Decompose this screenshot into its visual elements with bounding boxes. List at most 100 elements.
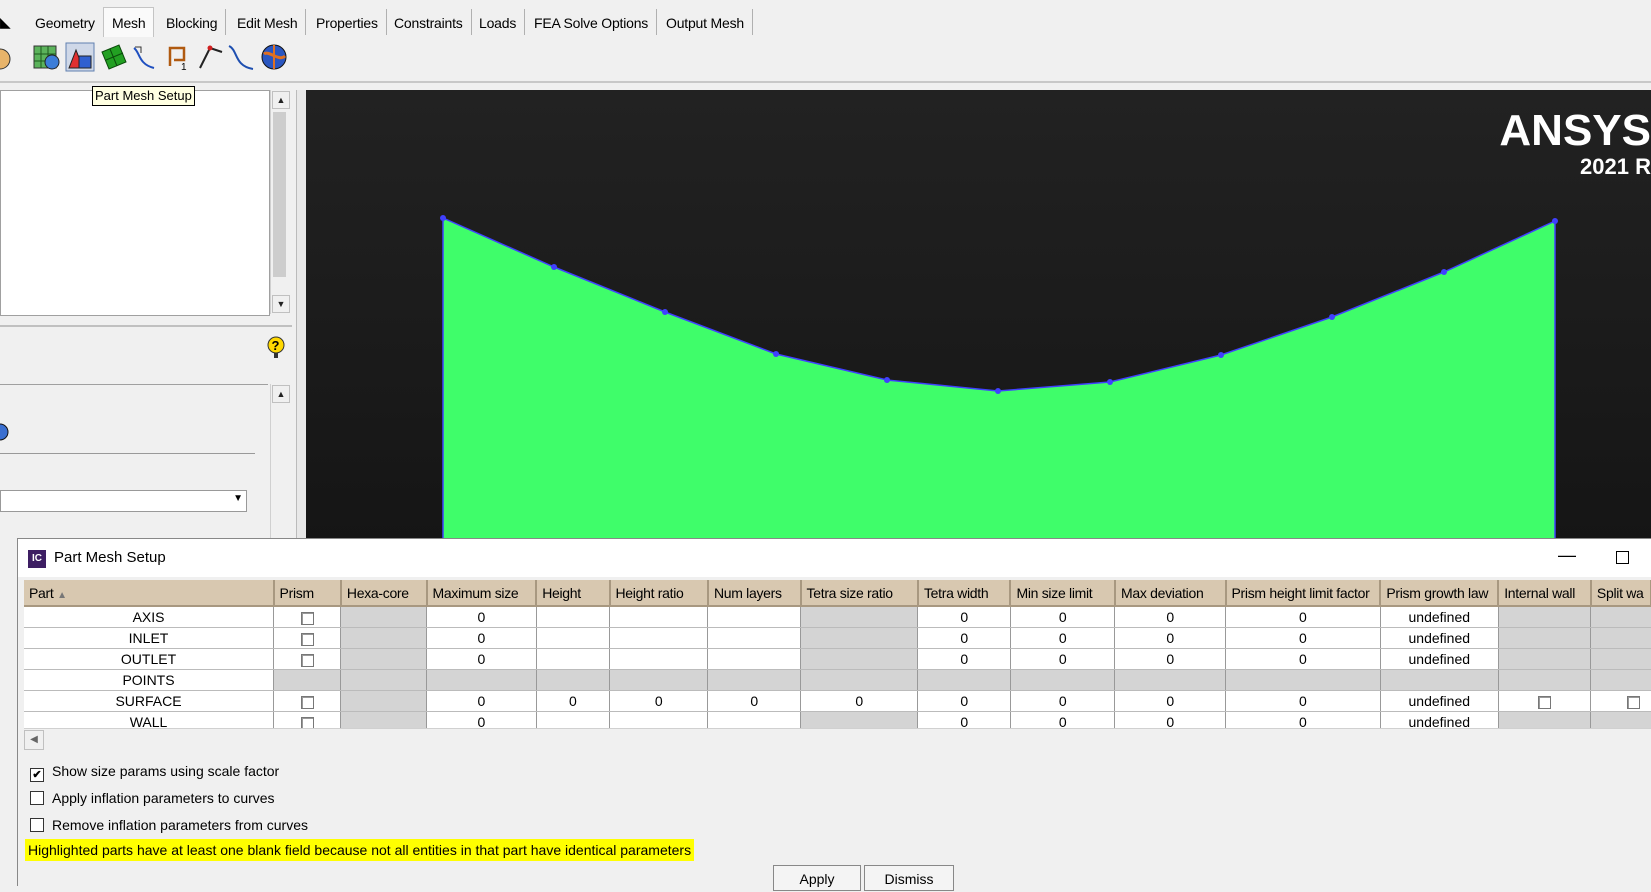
prism-height-limit-cell[interactable]: 0 <box>1225 648 1381 670</box>
max-size-cell[interactable]: 0 <box>426 648 537 670</box>
table-row[interactable]: SURFACE 0 0 0 0 0 0 0 0 0 undefined <box>24 690 1651 712</box>
curve-point[interactable] <box>662 309 668 315</box>
tetra-width-cell[interactable]: 0 <box>917 648 1011 670</box>
curve-point[interactable] <box>884 377 890 383</box>
col-max-deviation[interactable]: Max deviation <box>1114 580 1227 607</box>
num-layers-cell[interactable]: 0 <box>707 690 802 712</box>
col-maximum-size[interactable]: Maximum size <box>426 580 538 607</box>
max-size-cell[interactable]: 0 <box>426 627 537 649</box>
internal-wall-cell[interactable] <box>1498 690 1592 712</box>
scroll-up-arrow-icon[interactable]: ▲ <box>272 91 290 109</box>
apply-button[interactable]: Apply <box>773 865 861 891</box>
min-size-limit-cell[interactable]: 0 <box>1010 648 1116 670</box>
num-layers-cell[interactable] <box>707 627 802 649</box>
min-size-limit-cell[interactable]: 0 <box>1010 606 1116 628</box>
create-mesh-density-icon[interactable]: 1 <box>164 42 194 72</box>
compute-mesh-icon[interactable] <box>259 42 289 72</box>
prism-cell[interactable] <box>273 627 342 649</box>
remove-inflation-checkbox[interactable] <box>30 818 44 832</box>
internal-wall-checkbox[interactable] <box>1538 695 1552 709</box>
height-ratio-cell[interactable] <box>609 648 709 670</box>
growth-law-cell[interactable]: undefined <box>1380 690 1499 712</box>
sort-ascending-icon[interactable]: ▲ <box>57 590 67 601</box>
max-size-cell[interactable]: 0 <box>426 711 537 728</box>
table-row[interactable]: AXIS 0 0 0 0 0 undefined <box>24 606 1651 628</box>
height-cell[interactable] <box>536 606 611 628</box>
col-height[interactable]: Height <box>536 580 611 607</box>
scroll-thumb[interactable] <box>273 112 286 277</box>
col-prism-growth-law[interactable]: Prism growth law <box>1380 580 1500 607</box>
tab-loads[interactable]: Loads <box>471 9 526 35</box>
prism-checkbox[interactable] <box>300 695 314 709</box>
apply-inflation-checkbox[interactable] <box>30 791 44 805</box>
tab-mesh[interactable]: Mesh <box>103 7 155 38</box>
curve-point[interactable] <box>1218 352 1224 358</box>
num-layers-cell[interactable] <box>707 606 802 628</box>
tree-scrollbar[interactable]: ▲ ▼ <box>270 90 290 314</box>
curve-point[interactable] <box>773 351 779 357</box>
max-size-cell[interactable]: 0 <box>426 690 537 712</box>
growth-law-cell[interactable]: undefined <box>1380 627 1499 649</box>
prism-height-limit-cell[interactable]: 0 <box>1225 711 1381 728</box>
help-icon[interactable]: ? <box>266 335 286 359</box>
col-internal-wall[interactable]: Internal wall <box>1498 580 1592 607</box>
options-scrollbar[interactable]: ▲ <box>270 384 290 544</box>
curve-point[interactable] <box>1107 379 1113 385</box>
max-deviation-cell[interactable]: 0 <box>1114 627 1226 649</box>
prism-checkbox[interactable] <box>300 632 314 646</box>
prism-cell[interactable] <box>273 711 342 728</box>
split-wall-checkbox[interactable] <box>1627 695 1641 709</box>
col-prism-height-limit-factor[interactable]: Prism height limit factor <box>1225 580 1382 607</box>
max-deviation-cell[interactable]: 0 <box>1114 648 1226 670</box>
prism-checkbox[interactable] <box>300 653 314 667</box>
col-prism[interactable]: Prism <box>273 580 342 607</box>
table-row[interactable]: INLET 0 0 0 0 0 undefined <box>24 627 1651 649</box>
split-wall-cell[interactable] <box>1590 690 1651 712</box>
show-size-params-checkbox[interactable]: ✔ <box>30 768 44 782</box>
geometry-view[interactable] <box>306 90 1651 542</box>
prism-cell[interactable] <box>273 606 342 628</box>
height-ratio-cell[interactable] <box>609 711 709 728</box>
height-ratio-cell[interactable] <box>609 627 709 649</box>
chevron-down-icon[interactable]: ▼ <box>233 493 243 504</box>
prism-checkbox[interactable] <box>300 611 314 625</box>
curve-point[interactable] <box>1329 314 1335 320</box>
tetra-size-ratio-cell[interactable]: 0 <box>800 690 919 712</box>
curve-mesh-setup-icon[interactable] <box>130 42 160 72</box>
tab-edit-mesh[interactable]: Edit Mesh <box>229 9 307 35</box>
tab-constraints[interactable]: Constraints <box>386 9 472 35</box>
option-apply-inflation[interactable]: Apply inflation parameters to curves <box>30 788 275 808</box>
curve-point[interactable] <box>551 264 557 270</box>
dialog-title-bar[interactable]: IC Part Mesh Setup — <box>18 539 1651 577</box>
height-cell[interactable] <box>536 627 611 649</box>
max-deviation-cell[interactable]: 0 <box>1114 606 1226 628</box>
tetra-width-cell[interactable]: 0 <box>917 690 1011 712</box>
tab-properties[interactable]: Properties <box>308 9 387 35</box>
table-row[interactable]: WALL 0 0 0 0 0 undefined <box>24 711 1651 728</box>
min-size-limit-cell[interactable]: 0 <box>1010 711 1116 728</box>
col-split-wall[interactable]: Split wa <box>1590 580 1651 607</box>
tab-output-mesh[interactable]: Output Mesh <box>658 9 753 35</box>
model-tree-list[interactable] <box>0 90 270 316</box>
table-row[interactable]: POINTS <box>24 669 1651 691</box>
curve-point[interactable] <box>1552 218 1558 224</box>
scroll-down-arrow-icon[interactable]: ▼ <box>272 295 290 313</box>
dismiss-button[interactable]: Dismiss <box>864 865 954 891</box>
col-part[interactable]: Part ▲ <box>24 580 275 607</box>
prism-height-limit-cell[interactable]: 0 <box>1225 627 1381 649</box>
max-deviation-cell[interactable]: 0 <box>1114 690 1226 712</box>
height-cell[interactable]: 0 <box>536 690 611 712</box>
growth-law-cell[interactable]: undefined <box>1380 606 1499 628</box>
table-horizontal-scrollbar[interactable]: ◀ <box>24 728 1651 750</box>
curve-point[interactable] <box>1441 269 1447 275</box>
col-min-size-limit[interactable]: Min size limit <box>1010 580 1116 607</box>
part-icon[interactable] <box>0 417 10 447</box>
arrow-icon[interactable]: ◣ <box>0 14 11 31</box>
growth-law-cell[interactable]: undefined <box>1380 711 1499 728</box>
col-height-ratio[interactable]: Height ratio <box>609 580 709 607</box>
min-size-limit-cell[interactable]: 0 <box>1010 627 1116 649</box>
prism-cell[interactable] <box>273 648 342 670</box>
prism-cell[interactable] <box>273 690 342 712</box>
tab-blocking[interactable]: Blocking <box>158 9 227 35</box>
height-ratio-cell[interactable] <box>609 606 709 628</box>
